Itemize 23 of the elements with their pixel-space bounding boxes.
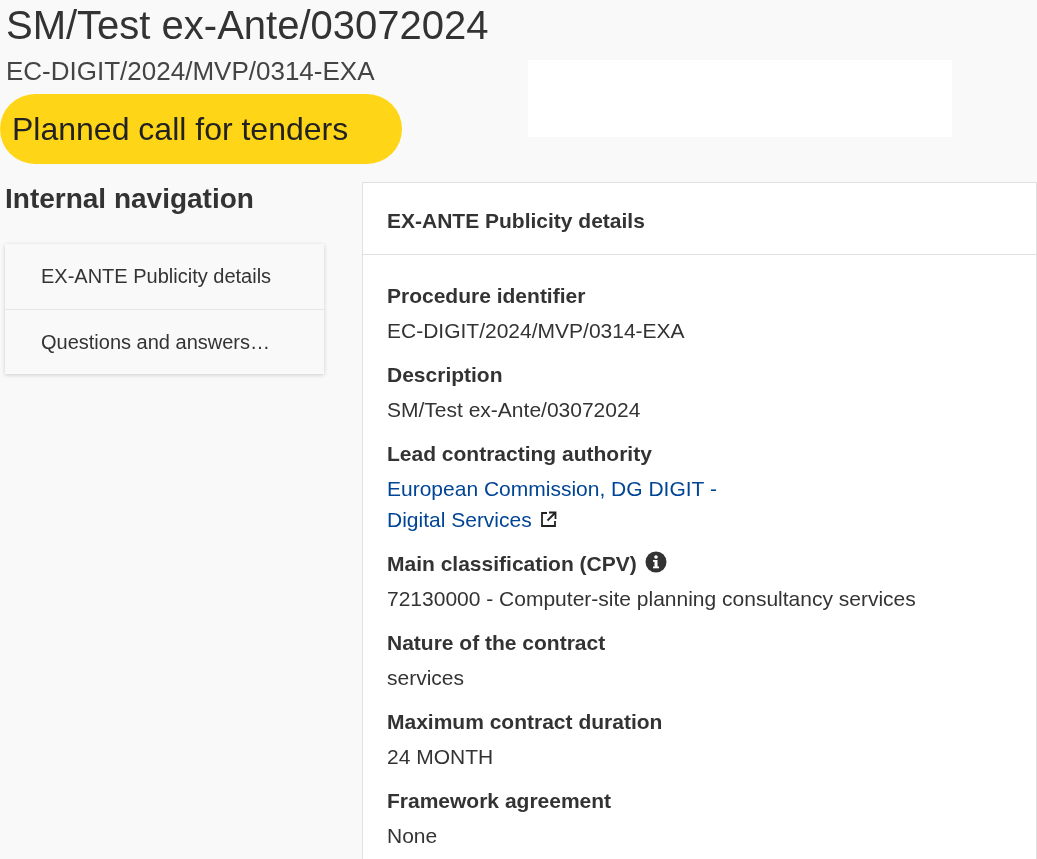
field-label: Main classification (CPV): [387, 551, 637, 577]
field-value: None: [387, 824, 438, 847]
field-value: 72130000 - Computer-site planning consultancy services: [387, 587, 916, 610]
field-label: Procedure identifier: [387, 283, 586, 309]
status-badge: Planned call for tenders: [0, 94, 402, 164]
external-link-icon: [539, 511, 557, 528]
field-label: Maximum contract duration: [387, 709, 663, 735]
field-label: Lead contracting authority: [387, 441, 652, 467]
field-value: SM/Test ex-Ante/03072024: [387, 398, 641, 421]
panel-title: EX-ANTE Publicity details: [363, 183, 1036, 255]
navigation-item[interactable]: Questions and answers…: [5, 309, 324, 374]
field-label: Description: [387, 362, 503, 388]
info-icon[interactable]: [644, 551, 667, 573]
field-value: EC-DIGIT/2024/MVP/0314-EXA: [387, 319, 685, 342]
navigation-title: Internal navigation: [5, 182, 255, 216]
field-label: Framework agreement: [387, 788, 612, 814]
authority-link[interactable]: European Commission, DG DIGIT - Digital Services: [387, 473, 757, 535]
procedure-reference: EC-DIGIT/2024/MVP/0314-EXA: [6, 55, 376, 88]
field-label: Nature of the contract: [387, 630, 606, 656]
field-value: services: [387, 666, 465, 689]
page-title: SM/Test ex-Ante/03072024: [6, 2, 490, 48]
navigation-item[interactable]: EX-ANTE Publicity details: [5, 244, 324, 309]
field-value: 24 MONTH: [387, 745, 494, 768]
